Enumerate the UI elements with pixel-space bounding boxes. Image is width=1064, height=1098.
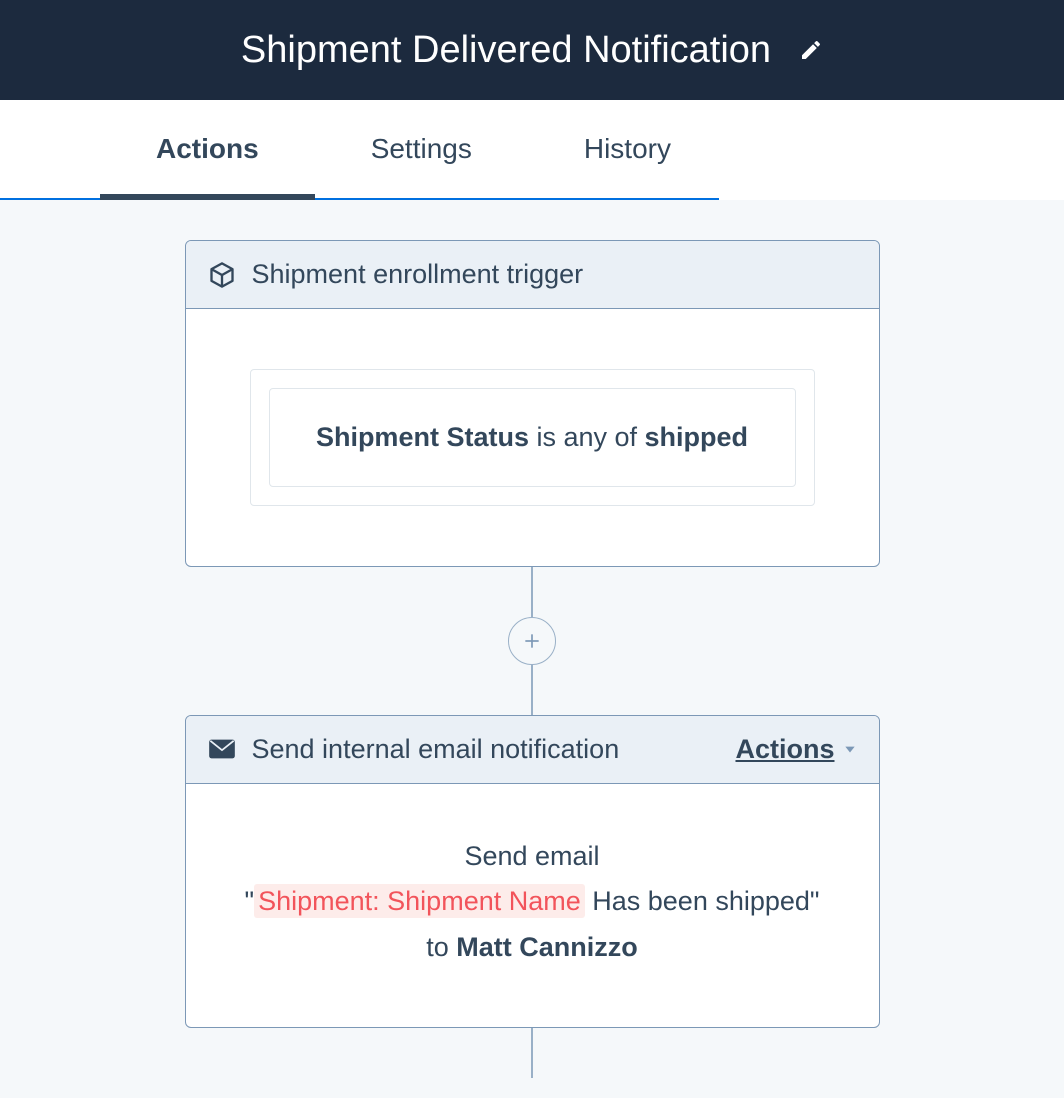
tab-label: Settings <box>371 133 472 165</box>
actions-dropdown[interactable]: Actions <box>735 734 856 765</box>
tab-label: History <box>584 133 671 165</box>
email-action-card[interactable]: Send internal email notification Actions… <box>185 715 880 1029</box>
tabs: Actions Settings History <box>0 100 1064 200</box>
tab-history[interactable]: History <box>528 100 727 198</box>
email-token: Shipment: Shipment Name <box>254 884 585 918</box>
chevron-down-icon <box>843 742 857 756</box>
condition-value: shipped <box>645 422 749 452</box>
email-action-body: Send email "Shipment: Shipment Name Has … <box>186 784 879 1028</box>
trigger-body: Shipment Status is any of shipped <box>186 309 879 566</box>
to-prefix: to <box>426 932 456 962</box>
email-recipient-line: to Matt Cannizzo <box>234 925 831 971</box>
email-action-title: Send internal email notification <box>252 734 720 765</box>
condition: Shipment Status is any of shipped <box>269 388 796 487</box>
page-title: Shipment Delivered Notification <box>241 29 771 72</box>
condition-field: Shipment Status <box>316 422 529 452</box>
tab-actions[interactable]: Actions <box>100 100 315 198</box>
plus-icon <box>522 631 542 651</box>
add-step-button[interactable] <box>508 617 556 665</box>
connector-line <box>531 1028 533 1078</box>
connector-line <box>531 567 533 617</box>
edit-icon[interactable] <box>799 38 823 62</box>
workflow-canvas: Shipment enrollment trigger Shipment Sta… <box>0 200 1064 1078</box>
trigger-title: Shipment enrollment trigger <box>252 259 857 290</box>
email-after-token: Has been shipped" <box>585 886 820 916</box>
tab-settings[interactable]: Settings <box>315 100 528 198</box>
email-subject-line: "Shipment: Shipment Name Has been shippe… <box>234 879 831 925</box>
email-recipient: Matt Cannizzo <box>456 932 638 962</box>
page-header: Shipment Delivered Notification <box>0 0 1064 100</box>
trigger-card[interactable]: Shipment enrollment trigger Shipment Sta… <box>185 240 880 567</box>
email-card-header: Send internal email notification Actions <box>186 716 879 784</box>
trigger-card-header: Shipment enrollment trigger <box>186 241 879 309</box>
email-line1: Send email <box>234 834 831 880</box>
condition-group[interactable]: Shipment Status is any of shipped <box>250 369 815 506</box>
tab-label: Actions <box>156 133 259 165</box>
mail-icon <box>208 738 236 760</box>
actions-label: Actions <box>735 734 834 765</box>
condition-operator: is any of <box>529 422 645 452</box>
quote-open: " <box>245 886 255 916</box>
connector-line <box>531 665 533 715</box>
cube-icon <box>208 261 236 289</box>
